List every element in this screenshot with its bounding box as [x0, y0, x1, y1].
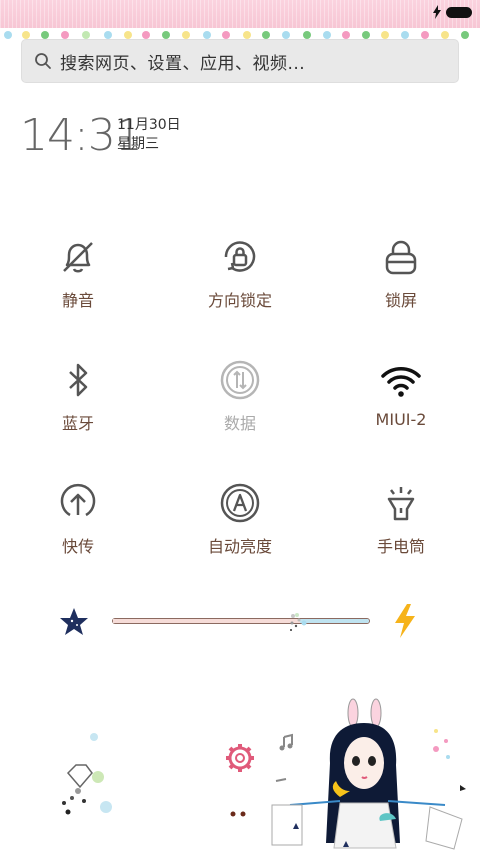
- toggle-label: 静音: [61, 291, 94, 310]
- auto-brightness-icon: [220, 483, 260, 523]
- toggle-wifi[interactable]: MIUI-2: [341, 358, 461, 429]
- wifi-icon: [381, 367, 421, 397]
- weekday-text: 星期三: [117, 136, 159, 152]
- toggle-label: 锁屏: [384, 291, 417, 310]
- toggle-quick-transfer[interactable]: 快传: [18, 481, 138, 557]
- mute-bell-icon: [63, 242, 93, 273]
- toggle-bluetooth[interactable]: 蓝牙: [18, 358, 138, 434]
- toggle-lock-screen[interactable]: 锁屏: [341, 235, 461, 311]
- battery-icon: [446, 6, 472, 18]
- toggle-mute[interactable]: 静音: [18, 235, 138, 311]
- gear-icon: [226, 744, 254, 772]
- toggle-label: 方向锁定: [207, 291, 272, 310]
- clock-date[interactable]: 11月30日 星期三: [117, 116, 181, 154]
- toggle-label: MIUI-2: [375, 410, 427, 429]
- brightness-track[interactable]: [112, 618, 370, 624]
- mobile-data-icon: [220, 360, 260, 400]
- status-bar: [0, 0, 480, 28]
- toggle-auto-brightness[interactable]: 自动亮度: [180, 481, 300, 557]
- star-dim-icon: [60, 608, 88, 635]
- bluetooth-icon: [69, 363, 88, 397]
- wallpaper-illustration: [62, 698, 466, 850]
- toggle-rotation-lock[interactable]: 方向锁定: [180, 235, 300, 311]
- lightning-bright-icon: [395, 604, 415, 638]
- rotation-lock-icon: [224, 241, 256, 272]
- lock-icon: [385, 240, 417, 275]
- search-placeholder: 搜索网页、设置、应用、视频...: [60, 53, 306, 74]
- flashlight-icon: [387, 487, 415, 521]
- toggle-flashlight[interactable]: 手电筒: [341, 481, 461, 557]
- diamond-icon: [66, 764, 93, 789]
- search-icon: [35, 53, 51, 69]
- toggle-label: 手电筒: [376, 537, 425, 556]
- charging-bolt-icon: [433, 5, 441, 19]
- toggle-label: 蓝牙: [61, 414, 94, 433]
- search-bar[interactable]: 搜索网页、设置、应用、视频...: [21, 39, 459, 83]
- date-text: 11月30日: [117, 117, 181, 133]
- toggle-mobile-data[interactable]: 数据: [180, 358, 300, 434]
- toggle-label: 数据: [223, 414, 256, 433]
- brightness-thumb-icon[interactable]: [289, 612, 315, 640]
- brightness-slider[interactable]: [56, 600, 424, 642]
- toggle-label: 自动亮度: [207, 537, 272, 556]
- quick-transfer-icon: [60, 483, 96, 517]
- toggle-label: 快传: [61, 537, 94, 556]
